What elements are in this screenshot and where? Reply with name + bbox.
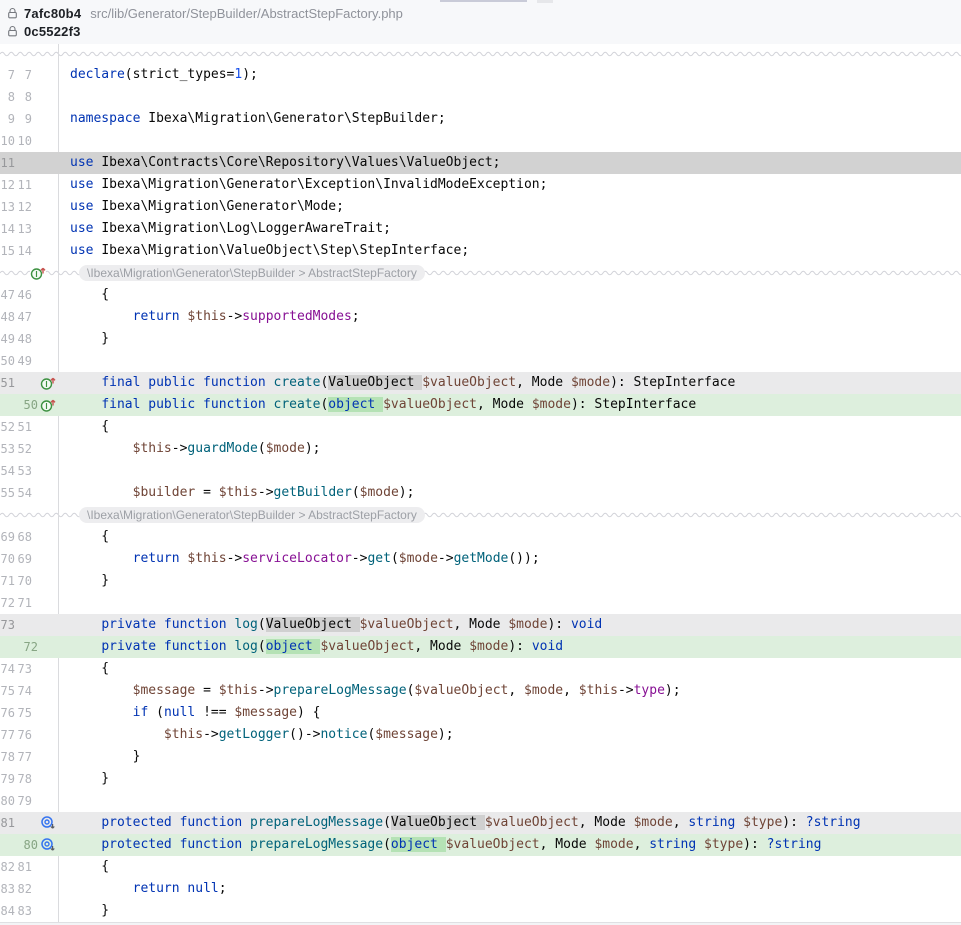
code-line: 4847 return $this->supportedModes;	[0, 306, 961, 328]
code-line: 5554 $builder = $this->getBuilder($mode)…	[0, 482, 961, 504]
code-text[interactable]: if (null !== $message) {	[0, 702, 961, 724]
top-edge-artifact	[537, 0, 553, 3]
code-line: 1010	[0, 130, 961, 152]
code-line: 7776 $this->getLogger()->notice($message…	[0, 724, 961, 746]
code-text[interactable]: namespace Ibexa\Migration\Generator\Step…	[0, 108, 961, 130]
code-line: 8079	[0, 790, 961, 812]
code-text[interactable]: declare(strict_types=1);	[0, 64, 961, 86]
implements-method-icon[interactable]: I	[30, 265, 46, 281]
diff-content: 77declare(strict_types=1);8899namespace …	[0, 44, 961, 922]
diff-line-removed: 73 private function log(ValueObject $val…	[0, 614, 961, 636]
code-text[interactable]	[0, 350, 961, 372]
code-text[interactable]: $this->guardMode($mode);	[0, 438, 961, 460]
code-text[interactable]: }	[0, 570, 961, 592]
code-line: 4948 }	[0, 328, 961, 350]
code-line: 99namespace Ibexa\Migration\Generator\St…	[0, 108, 961, 130]
commit-row-new: 0c5522f3	[0, 22, 961, 40]
code-text[interactable]: private function log(object $valueObject…	[0, 636, 961, 658]
code-line: 7271	[0, 592, 961, 614]
code-line: 7574 $message = $this->prepareLogMessage…	[0, 680, 961, 702]
code-text[interactable]: }	[0, 768, 961, 790]
code-text[interactable]: use Ibexa\Migration\Generator\Exception\…	[0, 174, 961, 196]
commit-hash-old: 7afc80b4	[24, 6, 81, 21]
diff-header: 7afc80b4 src/lib/Generator/StepBuilder/A…	[0, 0, 961, 44]
collapsed-region-separator: \Ibexa\Migration\Generator\StepBuilder >…	[0, 504, 961, 526]
code-text[interactable]: use Ibexa\Contracts\Core\Repository\Valu…	[0, 152, 961, 174]
code-line: 5453	[0, 460, 961, 482]
code-text[interactable]: use Ibexa\Migration\ValueObject\Step\Ste…	[0, 240, 961, 262]
code-text[interactable]	[0, 130, 961, 152]
code-line: 88	[0, 86, 961, 108]
top-edge-artifact	[440, 0, 527, 2]
code-text[interactable]: final public function create(ValueObject…	[0, 372, 961, 394]
code-text[interactable]	[0, 460, 961, 482]
code-text[interactable]: $this->getLogger()->notice($message);	[0, 724, 961, 746]
code-line: 1514use Ibexa\Migration\ValueObject\Step…	[0, 240, 961, 262]
code-text[interactable]: use Ibexa\Migration\Generator\Mode;	[0, 196, 961, 218]
commit-hash-new: 0c5522f3	[24, 24, 81, 39]
code-text[interactable]	[0, 790, 961, 812]
code-text[interactable]: protected function prepareLogMessage(Val…	[0, 812, 961, 834]
code-text[interactable]	[0, 592, 961, 614]
code-text[interactable]: }	[0, 900, 961, 922]
code-text[interactable]: {	[0, 526, 961, 548]
file-path: src/lib/Generator/StepBuilder/AbstractSt…	[90, 6, 403, 21]
code-text[interactable]: final public function create(object $val…	[0, 394, 961, 416]
code-text[interactable]: {	[0, 416, 961, 438]
code-text[interactable]: {	[0, 856, 961, 878]
code-line: 77declare(strict_types=1);	[0, 64, 961, 86]
code-text[interactable]: $message = $this->prepareLogMessage($val…	[0, 680, 961, 702]
code-text[interactable]: {	[0, 284, 961, 306]
collapsed-region-separator: I \Ibexa\Migration\Generator\StepBuilder …	[0, 262, 961, 284]
code-line: 7069 return $this->serviceLocator->get($…	[0, 548, 961, 570]
diff-line-added: 50I final public function create(object …	[0, 394, 961, 416]
code-line: 6968 {	[0, 526, 961, 548]
code-text[interactable]: use Ibexa\Migration\Log\LoggerAwareTrait…	[0, 218, 961, 240]
code-line: 5251 {	[0, 416, 961, 438]
code-line: 7170 }	[0, 570, 961, 592]
code-text[interactable]: }	[0, 746, 961, 768]
code-line: 1312use Ibexa\Migration\Generator\Mode;	[0, 196, 961, 218]
wavy-separator-line	[0, 49, 961, 59]
code-text[interactable]	[0, 86, 961, 108]
code-line: 7978 }	[0, 768, 961, 790]
code-line: 7675 if (null !== $message) {	[0, 702, 961, 724]
code-line: 8281 {	[0, 856, 961, 878]
diff-line-added: 72 private function log(object $valueObj…	[0, 636, 961, 658]
collapsed-region-breadcrumb[interactable]: \Ibexa\Migration\Generator\StepBuilder >…	[79, 265, 425, 281]
code-text[interactable]: return null;	[0, 878, 961, 900]
diff-line-removed: 81 protected function prepareLogMessage(…	[0, 812, 961, 834]
lock-icon	[6, 25, 19, 38]
diff-line-removed: 11use Ibexa\Contracts\Core\Repository\Va…	[0, 152, 961, 174]
code-line: 7877 }	[0, 746, 961, 768]
code-text[interactable]: }	[0, 328, 961, 350]
commit-row-old: 7afc80b4 src/lib/Generator/StepBuilder/A…	[0, 4, 961, 22]
svg-text:I: I	[35, 270, 37, 279]
code-line: 1211use Ibexa\Migration\Generator\Except…	[0, 174, 961, 196]
code-line: 5352 $this->guardMode($mode);	[0, 438, 961, 460]
code-line: 8382 return null;	[0, 878, 961, 900]
code-text[interactable]: private function log(ValueObject $valueO…	[0, 614, 961, 636]
code-line: 5049	[0, 350, 961, 372]
lock-icon	[6, 7, 19, 20]
separator	[0, 44, 961, 64]
code-text[interactable]: {	[0, 658, 961, 680]
code-text[interactable]: return $this->serviceLocator->get($mode-…	[0, 548, 961, 570]
code-line: 4746 {	[0, 284, 961, 306]
code-text[interactable]: return $this->supportedModes;	[0, 306, 961, 328]
code-line: 7473 {	[0, 658, 961, 680]
code-line: 1413use Ibexa\Migration\Log\LoggerAwareT…	[0, 218, 961, 240]
code-text[interactable]: $builder = $this->getBuilder($mode);	[0, 482, 961, 504]
diff-line-added: 80 protected function prepareLogMessage(…	[0, 834, 961, 856]
collapsed-region-breadcrumb[interactable]: \Ibexa\Migration\Generator\StepBuilder >…	[79, 507, 425, 523]
diff-line-removed: 51I final public function create(ValueOb…	[0, 372, 961, 394]
code-line: 8483 }	[0, 900, 961, 922]
code-text[interactable]: protected function prepareLogMessage(obj…	[0, 834, 961, 856]
